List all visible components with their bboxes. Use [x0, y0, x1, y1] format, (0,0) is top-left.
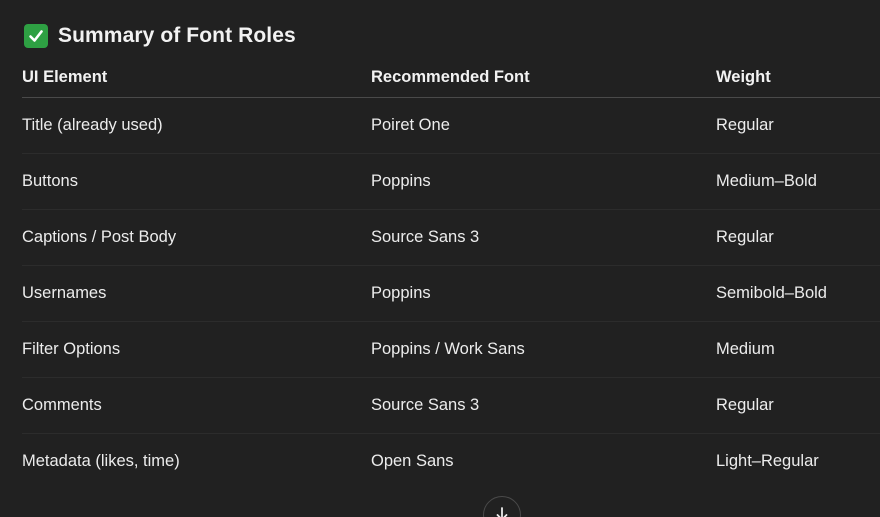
table-header-row: UI Element Recommended Font Weight	[22, 58, 880, 98]
column-header-ui-element: UI Element	[22, 58, 371, 98]
cell-ui-element: Title (already used)	[22, 97, 371, 154]
table-row: Title (already used) Poiret One Regular	[22, 97, 880, 154]
cell-ui-element: Filter Options	[22, 321, 371, 378]
cell-ui-element: Usernames	[22, 265, 371, 322]
table-row: Usernames Poppins Semibold–Bold	[22, 265, 880, 322]
cell-ui-element: Buttons	[22, 153, 371, 210]
table-row: Buttons Poppins Medium–Bold	[22, 153, 880, 210]
cell-ui-element: Comments	[22, 377, 371, 434]
scroll-to-bottom-button[interactable]	[483, 496, 521, 517]
table-row: Metadata (likes, time) Open Sans Light–R…	[22, 434, 880, 490]
cell-weight: Regular	[716, 377, 880, 434]
font-roles-table: UI Element Recommended Font Weight Title…	[22, 58, 880, 489]
cell-weight: Semibold–Bold	[716, 265, 880, 322]
cell-weight: Regular	[716, 209, 880, 266]
check-mark-icon	[24, 24, 48, 48]
cell-recommended-font: Poppins	[371, 265, 716, 322]
cell-ui-element: Captions / Post Body	[22, 209, 371, 266]
cell-ui-element: Metadata (likes, time)	[22, 452, 180, 470]
section-title: Summary of Font Roles	[58, 24, 296, 47]
table-row: Filter Options Poppins / Work Sans Mediu…	[22, 321, 880, 378]
column-header-weight: Weight	[716, 58, 880, 98]
cell-weight: Medium	[716, 321, 880, 378]
cell-weight: Medium–Bold	[716, 153, 880, 210]
table-row: Comments Source Sans 3 Regular	[22, 377, 880, 434]
section-heading: Summary of Font Roles	[24, 20, 296, 52]
column-header-recommended-font: Recommended Font	[371, 58, 716, 98]
cell-recommended-font: Source Sans 3	[371, 377, 716, 434]
cell-recommended-font: Poppins / Work Sans	[371, 321, 716, 378]
cell-recommended-font: Poiret One	[371, 97, 716, 154]
cell-recommended-font: Poppins	[371, 153, 716, 210]
arrow-down-icon	[496, 507, 508, 517]
cell-recommended-font: Source Sans 3	[371, 209, 716, 266]
table-row: Captions / Post Body Source Sans 3 Regul…	[22, 209, 880, 266]
cell-recommended-font: Open Sans	[371, 452, 454, 470]
cell-weight: Light–Regular	[716, 452, 819, 470]
cell-weight: Regular	[716, 97, 880, 154]
